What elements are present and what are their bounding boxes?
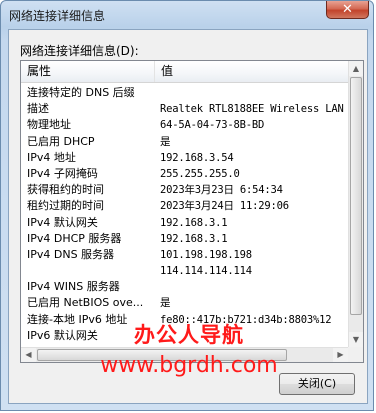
row-value: 192.168.3.54 (160, 151, 234, 164)
dialog-body: 网络连接详细信息(D): 属性 值 连接特定的 DNS 后缀 描述 Realtek … (8, 29, 368, 404)
row-value: 192.168.3.1 (160, 232, 228, 245)
row-value: Realtek RTL8188EE Wireless LAN (160, 103, 344, 116)
row-value: 192.168.3.1 (160, 216, 228, 229)
row-value: 101.198.198.198 (160, 248, 252, 261)
table-row[interactable]: 114.114.114.114 (21, 263, 348, 279)
row-value: 114.114.114.114 (160, 265, 252, 278)
row-value: 是 (160, 297, 171, 310)
row-property: 获得租约的时间 (27, 183, 104, 197)
list-rows: 连接特定的 DNS 后缀 描述 Realtek RTL8188EE Wireless… (21, 85, 348, 344)
row-property: 描述 (27, 102, 49, 116)
horizontal-scroll-thumb[interactable] (37, 349, 287, 361)
table-row[interactable]: IPv4 默认网关 192.168.3.1 (21, 215, 348, 231)
row-property: 连接-本地 IPv6 地址 (27, 312, 128, 326)
row-value: 2023年3月23日 6:54:34 (160, 184, 283, 197)
row-property: IPv6 默认网关 (27, 328, 98, 342)
row-property: 已启用 DHCP (27, 134, 95, 148)
table-row[interactable]: 描述 Realtek RTL8188EE Wireless LAN (21, 101, 348, 117)
scroll-left-icon[interactable]: ◀ (21, 348, 36, 362)
row-value: 2023年3月24日 11:29:06 (160, 200, 289, 213)
table-row[interactable]: 物理地址 64-5A-04-73-8B-BD (21, 117, 348, 133)
row-property: IPv4 WINS 服务器 (27, 280, 120, 294)
details-list[interactable]: 属性 值 连接特定的 DNS 后缀 描述 Realtek RTL8188EE Wir… (20, 60, 364, 363)
table-row[interactable]: 获得租约的时间 2023年3月23日 6:54:34 (21, 182, 348, 198)
table-row[interactable]: 已启用 NetBIOS ove... 是 (21, 295, 348, 311)
table-row[interactable]: 连接特定的 DNS 后缀 (21, 85, 348, 101)
table-row[interactable]: IPv4 地址 192.168.3.54 (21, 150, 348, 166)
row-property: 已启用 NetBIOS ove... (27, 296, 144, 310)
row-value: fe80::417b:b721:d34b:8803%12 (160, 313, 332, 326)
scroll-right-icon[interactable]: ▶ (333, 348, 348, 362)
scrollbar-corner (348, 347, 363, 362)
table-row[interactable]: IPv4 DNS 服务器 101.198.198.198 (21, 247, 348, 263)
details-group-label: 网络连接详细信息(D): (20, 44, 139, 58)
row-value: 是 (160, 135, 171, 148)
row-value: 64-5A-04-73-8B-BD (160, 119, 265, 132)
row-property: 租约过期的时间 (27, 199, 104, 213)
row-value: 255.255.255.0 (160, 167, 240, 180)
window-title: 网络连接详细信息 (9, 9, 106, 23)
table-row[interactable]: IPv4 DHCP 服务器 192.168.3.1 (21, 231, 348, 247)
table-row[interactable]: 租约过期的时间 2023年3月24日 11:29:06 (21, 198, 348, 214)
horizontal-scrollbar[interactable]: ◀ ▶ (21, 347, 348, 362)
close-dialog-button[interactable]: 关闭(C) (279, 373, 355, 395)
vertical-scroll-thumb[interactable] (350, 77, 362, 315)
row-property: IPv4 默认网关 (27, 215, 98, 229)
row-property: IPv4 子网掩码 (27, 166, 98, 180)
title-bar[interactable]: 网络连接详细信息 ✕ (1, 1, 375, 29)
vertical-scrollbar[interactable]: ▲ ▼ (348, 61, 363, 347)
window-close-button[interactable]: ✕ (326, 1, 369, 19)
scroll-up-icon[interactable]: ▲ (349, 61, 363, 76)
table-row[interactable]: IPv4 子网掩码 255.255.255.0 (21, 166, 348, 182)
network-details-window: 网络连接详细信息 ✕ 网络连接详细信息(D): 属性 值 连接特定的 DNS 后… (0, 0, 374, 411)
table-row[interactable]: IPv4 WINS 服务器 (21, 279, 348, 295)
list-header: 属性 值 (21, 61, 348, 83)
row-property: IPv4 DHCP 服务器 (27, 231, 122, 245)
close-icon: ✕ (342, 2, 353, 17)
table-row[interactable]: IPv6 默认网关 (21, 328, 348, 344)
row-property: IPv4 DNS 服务器 (27, 247, 115, 261)
column-header-property[interactable]: 属性 (21, 61, 155, 82)
column-header-value[interactable]: 值 (155, 61, 348, 82)
row-property: 物理地址 (27, 118, 71, 132)
table-row[interactable]: 连接-本地 IPv6 地址 fe80::417b:b721:d34b:8803%1… (21, 312, 348, 328)
row-property: IPv4 地址 (27, 150, 76, 164)
row-property: 连接特定的 DNS 后缀 (27, 86, 135, 99)
table-row[interactable]: 已启用 DHCP 是 (21, 134, 348, 150)
scroll-down-icon[interactable]: ▼ (349, 332, 363, 347)
